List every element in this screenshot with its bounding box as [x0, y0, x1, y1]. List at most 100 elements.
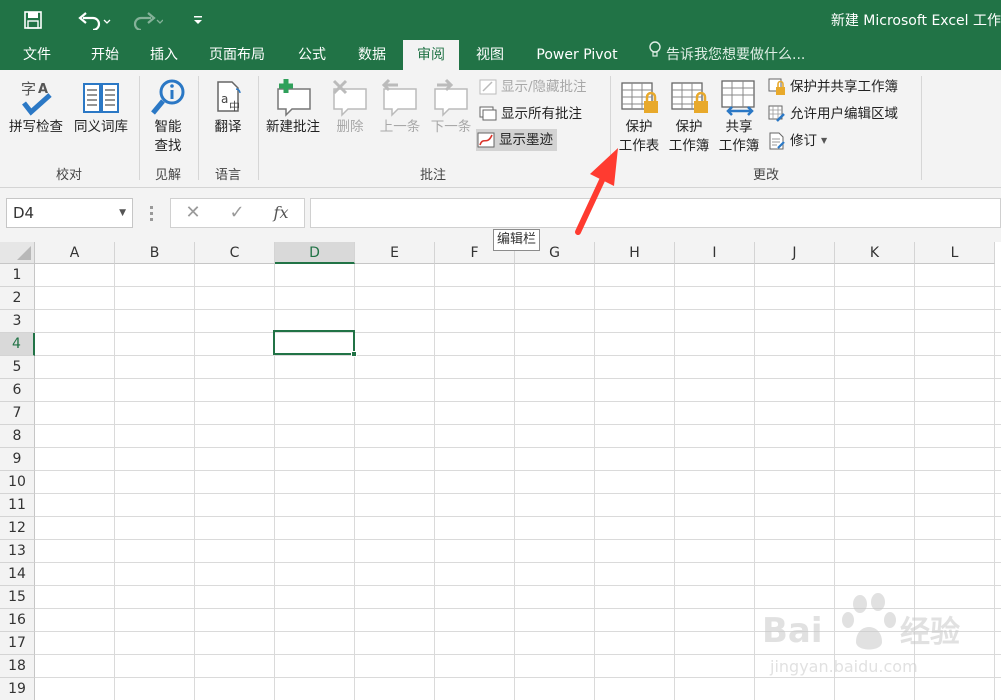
row-header-9[interactable]: 9: [0, 448, 35, 471]
protect-workbook-label-1: 保护: [675, 119, 703, 135]
row-header-1[interactable]: 1: [0, 264, 35, 287]
row-header-12[interactable]: 12: [0, 517, 35, 540]
translate-button[interactable]: a中 翻译: [202, 76, 254, 137]
enter-icon[interactable]: ✓: [219, 199, 255, 227]
customize-toolbar-icon[interactable]: [188, 8, 208, 32]
name-box[interactable]: D4 ▼: [6, 198, 133, 228]
tab-data[interactable]: 数据: [344, 40, 400, 70]
show-ink-label: 显示墨迹: [499, 132, 553, 148]
column-header-a[interactable]: A: [35, 242, 115, 264]
row-header-13[interactable]: 13: [0, 540, 35, 563]
show-ink-button[interactable]: 显示墨迹: [476, 129, 557, 151]
column-header-i[interactable]: I: [675, 242, 755, 264]
column-header-l[interactable]: L: [915, 242, 995, 264]
allow-edit-ranges-button[interactable]: 允许用户编辑区域: [767, 103, 898, 125]
column-header-j[interactable]: J: [755, 242, 835, 264]
row-header-18[interactable]: 18: [0, 655, 35, 678]
protect-workbook-icon: [664, 76, 714, 118]
column-header-e[interactable]: E: [355, 242, 435, 264]
column-header-d[interactable]: D: [275, 242, 355, 264]
row-header-15[interactable]: 15: [0, 586, 35, 609]
protect-workbook-label-2: 工作簿: [668, 138, 710, 154]
protect-workbook-button[interactable]: 保护 工作簿: [664, 76, 714, 156]
svg-text:经验: 经验: [900, 615, 960, 650]
save-icon[interactable]: [20, 8, 46, 32]
row-header-17[interactable]: 17: [0, 632, 35, 655]
group-comments-label: 批注: [419, 168, 446, 183]
redo-icon[interactable]: [126, 8, 166, 32]
window-title: 新建 Microsoft Excel 工作: [830, 13, 1001, 29]
row-header-14[interactable]: 14: [0, 563, 35, 586]
show-hide-comment-icon: [478, 78, 498, 96]
show-hide-comment-label: 显示/隐藏批注: [501, 79, 587, 95]
tab-home[interactable]: 开始: [76, 40, 134, 70]
tab-review[interactable]: 审阅: [403, 40, 459, 70]
tab-file[interactable]: 文件: [8, 40, 66, 70]
spelling-check-icon: 字A: [4, 76, 68, 118]
insert-function-icon[interactable]: fx: [263, 199, 299, 227]
new-comment-button[interactable]: 新建批注: [260, 76, 326, 137]
chevron-down-icon: ▼: [821, 136, 828, 145]
smart-lookup-icon: [142, 76, 194, 118]
smart-lookup-button[interactable]: 智能 查找: [142, 76, 194, 156]
thesaurus-label: 同义词库: [74, 119, 128, 135]
thesaurus-button[interactable]: 同义词库: [68, 76, 134, 137]
track-changes-button[interactable]: 修订 ▼: [767, 130, 827, 152]
next-comment-button[interactable]: 下一条: [426, 76, 476, 137]
chevron-down-icon[interactable]: ▼: [119, 199, 126, 227]
protect-share-icon: [767, 78, 787, 96]
protect-share-label: 保护并共享工作簿: [790, 79, 898, 95]
row-header-3[interactable]: 3: [0, 310, 35, 333]
formula-bar-tooltip: 编辑栏: [493, 229, 541, 251]
protect-sheet-icon: [614, 76, 664, 118]
delete-comment-button[interactable]: 删除: [328, 76, 372, 137]
group-divider: [139, 76, 140, 180]
formula-input[interactable]: [310, 198, 1001, 228]
tab-formulas[interactable]: 公式: [284, 40, 340, 70]
tell-me-text: 告诉我您想要做什么...: [666, 47, 806, 63]
row-header-8[interactable]: 8: [0, 425, 35, 448]
previous-comment-button[interactable]: 上一条: [374, 76, 426, 137]
row-header-16[interactable]: 16: [0, 609, 35, 632]
delete-comment-icon: [328, 76, 372, 118]
group-changes-label: 更改: [752, 168, 779, 183]
group-divider: [258, 76, 259, 180]
cancel-icon[interactable]: ✕: [175, 199, 211, 227]
protect-share-button[interactable]: 保护并共享工作簿: [767, 76, 898, 98]
lightbulb-icon: [648, 40, 662, 70]
annotation-arrow: [575, 148, 618, 235]
next-comment-icon: [426, 76, 476, 118]
show-hide-comment-button[interactable]: 显示/隐藏批注: [478, 76, 587, 98]
row-header-10[interactable]: 10: [0, 471, 35, 494]
column-header-c[interactable]: C: [195, 242, 275, 264]
tab-insert[interactable]: 插入: [136, 40, 192, 70]
column-header-k[interactable]: K: [835, 242, 915, 264]
previous-label: 上一条: [379, 119, 421, 135]
tab-page-layout[interactable]: 页面布局: [196, 40, 278, 70]
tell-me-box[interactable]: 告诉我您想要做什么...: [648, 40, 805, 70]
undo-icon[interactable]: [74, 8, 114, 32]
row-header-7[interactable]: 7: [0, 402, 35, 425]
row-header-6[interactable]: 6: [0, 379, 35, 402]
more-options-icon[interactable]: [146, 204, 156, 222]
svg-text:jingyan.baidu.com: jingyan.baidu.com: [769, 657, 918, 676]
svg-text:Bai: Bai: [762, 611, 823, 651]
row-header-5[interactable]: 5: [0, 356, 35, 379]
protect-sheet-label-1: 保护: [625, 119, 653, 135]
share-workbook-button[interactable]: 共享 工作簿: [714, 76, 764, 156]
column-header-b[interactable]: B: [115, 242, 195, 264]
select-all-button[interactable]: [0, 242, 35, 264]
column-header-h[interactable]: H: [595, 242, 675, 264]
row-header-2[interactable]: 2: [0, 287, 35, 310]
fill-handle[interactable]: [351, 351, 357, 357]
row-header-19[interactable]: 19: [0, 678, 35, 700]
tab-view[interactable]: 视图: [462, 40, 518, 70]
row-header-11[interactable]: 11: [0, 494, 35, 517]
svg-text:中: 中: [229, 100, 240, 113]
tab-power-pivot[interactable]: Power Pivot: [524, 40, 630, 70]
active-cell[interactable]: [273, 330, 357, 357]
group-proofing-label: 校对: [55, 168, 82, 183]
show-all-comments-button[interactable]: 显示所有批注: [478, 103, 582, 125]
row-header-4[interactable]: 4: [0, 333, 35, 356]
spelling-button[interactable]: 字A 拼写检查: [4, 76, 68, 137]
